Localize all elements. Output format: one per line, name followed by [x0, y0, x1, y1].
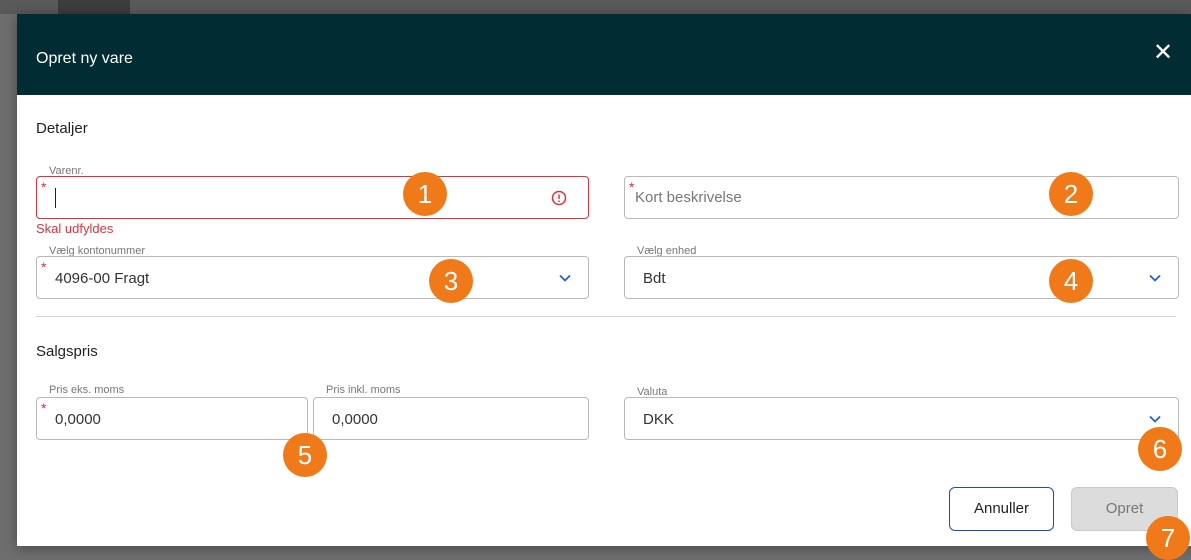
callout-badge-3: 3 — [429, 259, 473, 303]
alert-circle-icon — [551, 190, 567, 206]
account-value: 4096-00 Fragt — [55, 270, 150, 287]
section-divider — [36, 316, 1176, 317]
required-marker: * — [41, 400, 47, 416]
chevron-down-icon — [1149, 415, 1161, 423]
details-section-title: Detaljer — [36, 120, 88, 137]
unit-value: Bdt — [643, 270, 666, 287]
chevron-down-icon — [1149, 274, 1161, 282]
dialog-title: Opret ny vare — [36, 50, 133, 67]
background-app-bar — [0, 0, 1191, 14]
price-excl-value: 0,0000 — [55, 411, 101, 428]
callout-badge-7: 7 — [1146, 516, 1190, 560]
sales-price-section-title: Salgspris — [36, 343, 98, 360]
short-description-field[interactable]: * Kort beskrivelse — [624, 176, 1179, 219]
price-excl-input[interactable]: * 0,0000 — [36, 397, 308, 440]
required-marker: * — [41, 259, 47, 275]
price-incl-label: Pris inkl. moms — [326, 384, 401, 396]
required-marker: * — [629, 179, 635, 195]
chevron-down-icon — [559, 274, 571, 282]
callout-badge-4: 4 — [1049, 259, 1093, 303]
currency-select[interactable]: DKK — [624, 397, 1179, 440]
price-incl-value: 0,0000 — [332, 411, 378, 428]
dialog-header: Opret ny vare ✕ — [17, 14, 1191, 95]
item-number-error: Skal udfyldes — [36, 221, 114, 236]
close-icon: ✕ — [1152, 39, 1174, 66]
price-excl-label: Pris eks. moms — [49, 384, 125, 396]
callout-badge-6: 6 — [1138, 427, 1182, 471]
item-number-field[interactable]: * — [36, 176, 589, 219]
currency-value: DKK — [643, 411, 674, 428]
callout-badge-5: 5 — [283, 433, 327, 477]
callout-badge-1: 1 — [403, 172, 447, 216]
short-description-placeholder: Kort beskrivelse — [635, 189, 742, 206]
required-marker: * — [41, 179, 47, 195]
unit-select[interactable]: Bdt — [624, 256, 1179, 299]
close-button[interactable]: ✕ — [1149, 39, 1177, 67]
price-incl-input[interactable]: 0,0000 — [313, 397, 589, 440]
callout-badge-2: 2 — [1049, 172, 1093, 216]
cancel-button[interactable]: Annuller — [949, 487, 1054, 531]
account-select[interactable]: * 4096-00 Fragt — [36, 256, 589, 299]
create-item-dialog: Opret ny vare ✕ Detaljer Varenr. * Skal … — [17, 14, 1191, 546]
text-cursor — [55, 188, 56, 208]
background-app-tab — [58, 0, 130, 14]
